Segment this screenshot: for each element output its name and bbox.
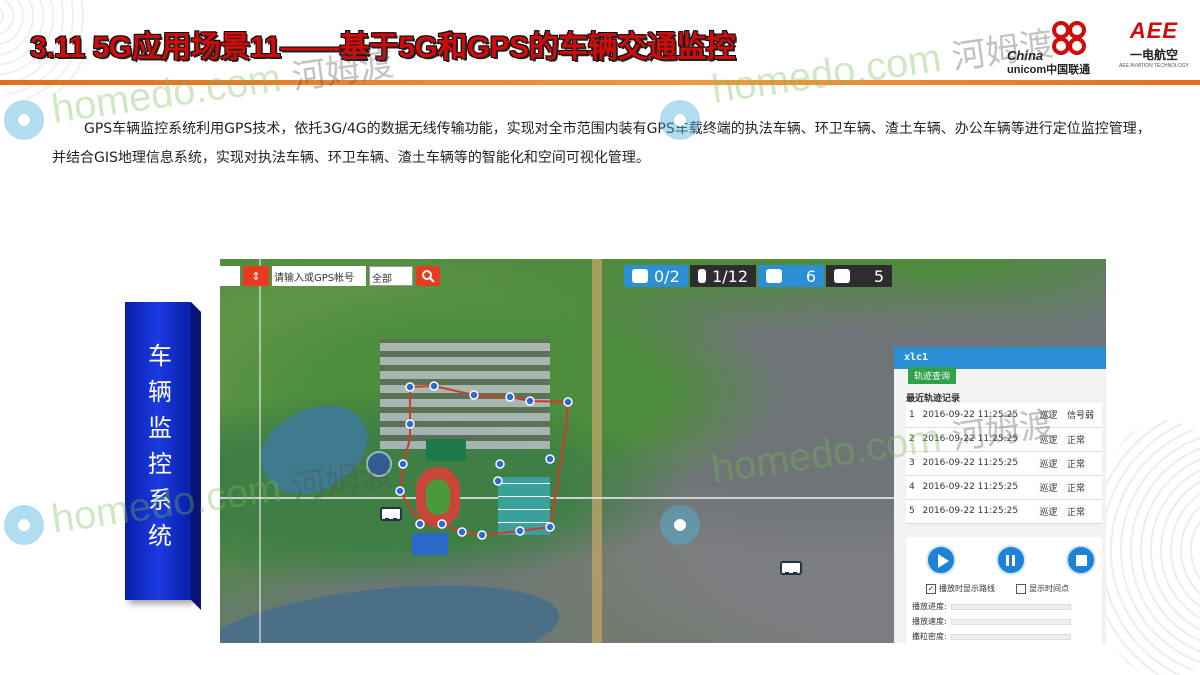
vehicle-marker[interactable] bbox=[780, 561, 802, 575]
row-time: 2016-09-22 11:25:25 bbox=[919, 499, 1037, 524]
vehicle-monitoring-label-text: 车辆监控系统 bbox=[143, 343, 172, 559]
table-row[interactable]: 3 2016-09-22 11:25:25 巡逻 正常 bbox=[906, 451, 1102, 476]
track-query-button[interactable]: 轨迹查询 bbox=[908, 367, 957, 384]
row-time: 2016-09-22 11:25:25 bbox=[919, 427, 1037, 452]
density-slider[interactable]: 撒粒密度: bbox=[912, 631, 1071, 642]
stop-button[interactable] bbox=[1066, 545, 1096, 575]
stat-trucks[interactable]: 0/2 bbox=[624, 265, 688, 287]
unicom-logo-text: unicom中国联通 bbox=[1007, 64, 1091, 76]
aee-logo-cn: 一电航空 bbox=[1129, 48, 1178, 62]
panel-account-title: xlc1 bbox=[894, 347, 1106, 369]
play-button[interactable] bbox=[926, 545, 956, 575]
progress-slider[interactable]: 播放进度: bbox=[912, 601, 1071, 612]
row-no: 2 bbox=[906, 427, 920, 452]
corner-decoration bbox=[1090, 420, 1200, 675]
progress-rail[interactable] bbox=[950, 603, 1071, 610]
show-route-checkbox[interactable]: ✓ 播放时显示路线 bbox=[926, 583, 995, 594]
car-icon bbox=[698, 269, 707, 283]
map-search-bar: ⇕ 请输入或GPS帐号 全部 bbox=[220, 265, 440, 287]
search-icon bbox=[422, 270, 435, 283]
aee-logo-en: AEE AVIATION TECHNOLOGY bbox=[1118, 63, 1190, 69]
row-no: 3 bbox=[906, 451, 920, 476]
row-status: 正常 bbox=[1064, 451, 1102, 476]
check-icon bbox=[834, 269, 850, 283]
search-button[interactable] bbox=[416, 266, 440, 286]
row-status: 正常 bbox=[1064, 475, 1102, 500]
stat-cars-value: 1/12 bbox=[712, 266, 748, 286]
vehicle-monitoring-label: 车辆监控系统 bbox=[125, 302, 191, 600]
row-status: 信号弱 bbox=[1064, 403, 1102, 428]
row-action: 巡逻 bbox=[1036, 475, 1064, 500]
row-status: 正常 bbox=[1064, 499, 1102, 524]
row-status: 正常 bbox=[1064, 427, 1102, 452]
vehicle-marker[interactable] bbox=[380, 507, 402, 521]
row-no: 1 bbox=[906, 403, 920, 428]
gps-account-input[interactable]: 请输入或GPS帐号 bbox=[272, 266, 366, 286]
speed-rail[interactable] bbox=[950, 618, 1071, 625]
vehicle-type-select[interactable]: 全部 bbox=[369, 266, 413, 286]
vehicle-stats-bar: 0/2 1/12 6 5 bbox=[624, 265, 892, 287]
row-time: 2016-09-22 11:25:25 bbox=[919, 403, 1037, 428]
watermark: homedo.com 河姆渡 bbox=[708, 16, 1056, 112]
recent-track-table: 1 2016-09-22 11:25:25 巡逻 信号弱 2 2016-09-2… bbox=[906, 403, 1102, 524]
header-divider bbox=[0, 80, 1200, 85]
row-time: 2016-09-22 11:25:25 bbox=[919, 451, 1037, 476]
row-no: 4 bbox=[906, 475, 920, 500]
speed-slider[interactable]: 播放速度: bbox=[912, 616, 1071, 627]
stat-cameras-value: 6 bbox=[805, 266, 816, 286]
checkbox-empty-icon bbox=[1016, 583, 1026, 594]
china-unicom-logo: China unicom中国联通 bbox=[1005, 18, 1115, 76]
watermark-text: homedo.com bbox=[708, 35, 944, 112]
page-title: 3.11 5G应用场景11——基于5G和GPS的车辆交通监控 bbox=[30, 31, 736, 64]
playback-controls: ✓ 播放时显示路线 显示时间点 播放进度: 播放速度: 撒粒密度: bbox=[906, 537, 1102, 643]
show-time-checkbox[interactable]: 显示时间点 bbox=[1016, 583, 1069, 594]
unicom-knot-icon bbox=[1052, 21, 1086, 55]
camera-icon bbox=[766, 269, 782, 283]
progress-label: 播放进度: bbox=[912, 602, 947, 611]
speed-label: 播放速度: bbox=[912, 617, 947, 626]
aee-logo-mark: AEE bbox=[1129, 18, 1179, 43]
row-action: 巡逻 bbox=[1036, 451, 1064, 476]
row-time: 2016-09-22 11:25:25 bbox=[919, 475, 1037, 500]
track-panel: xlc1 轨迹查询 最近轨迹记录 1 2016-09-22 11:25:25 巡… bbox=[894, 347, 1106, 643]
aee-logo: AEE 一电航空 AEE AVIATION TECHNOLOGY bbox=[1118, 18, 1190, 74]
gps-map-view[interactable]: ⇕ 请输入或GPS帐号 全部 0/2 1/12 6 5 xlc1 轨迹查询 最近… bbox=[220, 259, 1106, 643]
show-time-label: 显示时间点 bbox=[1029, 584, 1069, 593]
density-label: 撒粒密度: bbox=[912, 632, 947, 641]
show-route-label: 播放时显示路线 bbox=[939, 584, 995, 593]
row-no: 5 bbox=[906, 499, 920, 524]
stat-checks[interactable]: 5 bbox=[826, 265, 892, 287]
row-action: 巡逻 bbox=[1036, 499, 1064, 524]
density-rail[interactable] bbox=[950, 633, 1071, 640]
stat-cameras[interactable]: 6 bbox=[758, 265, 824, 287]
description-paragraph: GPS车辆监控系统利用GPS技术，依托3G/4G的数据无线传输功能，实现对全市范… bbox=[52, 121, 1151, 166]
row-action: 巡逻 bbox=[1036, 403, 1064, 428]
table-row[interactable]: 2 2016-09-22 11:25:25 巡逻 正常 bbox=[906, 427, 1102, 452]
stat-cars[interactable]: 1/12 bbox=[690, 265, 756, 287]
checkbox-checked-icon: ✓ bbox=[926, 583, 936, 594]
table-row[interactable]: 4 2016-09-22 11:25:25 巡逻 正常 bbox=[906, 475, 1102, 500]
stat-trucks-value: 0/2 bbox=[654, 266, 680, 286]
collapse-blank[interactable] bbox=[220, 266, 240, 286]
watermark-flower-icon bbox=[4, 505, 44, 545]
pause-button[interactable] bbox=[996, 545, 1026, 575]
table-row[interactable]: 1 2016-09-22 11:25:25 巡逻 信号弱 bbox=[906, 403, 1102, 428]
stat-checks-value: 5 bbox=[873, 266, 884, 286]
sort-toggle-button[interactable]: ⇕ bbox=[243, 266, 269, 286]
truck-icon bbox=[632, 269, 648, 283]
watermark-flower-icon bbox=[4, 100, 44, 140]
table-row[interactable]: 5 2016-09-22 11:25:25 巡逻 正常 bbox=[906, 499, 1102, 524]
row-action: 巡逻 bbox=[1036, 427, 1064, 452]
